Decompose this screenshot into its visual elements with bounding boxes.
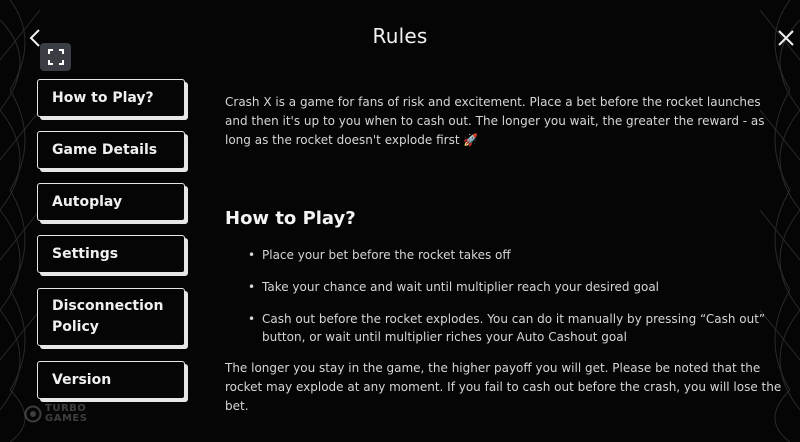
sidebar-item-settings[interactable]: Settings (37, 235, 185, 273)
fullscreen-button[interactable] (40, 43, 71, 71)
brand-logo-icon (24, 405, 42, 423)
list-item: Cash out before the rocket explodes. You… (248, 310, 778, 346)
sidebar-item-label: Settings (52, 245, 119, 262)
sidebar-item-disconnection-policy[interactable]: Disconnection Policy (37, 288, 185, 346)
sidebar-item-autoplay[interactable]: Autoplay (37, 183, 185, 221)
list-item: Take your chance and wait until multipli… (248, 278, 778, 296)
rules-content: Crash X is a game for fans of risk and e… (225, 93, 785, 150)
sidebar-item-version[interactable]: Version (37, 361, 185, 399)
sidebar-item-label: Game Details (52, 141, 158, 158)
brand-logo-text: TURBO GAMES (45, 404, 87, 424)
page-title: Rules (372, 24, 428, 48)
sidebar-item-label: Version (52, 371, 112, 388)
sidebar-item-label: Autoplay (52, 193, 123, 210)
brand-line-2: GAMES (45, 413, 88, 424)
outro-paragraph: The longer you stay in the game, the hig… (225, 361, 782, 413)
intro-paragraph: Crash X is a game for fans of risk and e… (225, 95, 765, 147)
steps-list: Place your bet before the rocket takes o… (248, 246, 778, 346)
brand-logo: TURBO GAMES (24, 404, 87, 424)
list-item: Place your bet before the rocket takes o… (248, 246, 778, 264)
sidebar-item-label: How to Play? (52, 89, 154, 106)
sidebar-item-how-to-play[interactable]: How to Play? (37, 79, 185, 117)
close-button[interactable] (776, 28, 796, 48)
sidebar-item-label: Disconnection Policy (52, 298, 164, 335)
section-title: How to Play? (225, 208, 356, 229)
close-icon (778, 30, 794, 46)
left-decoration (0, 0, 40, 442)
rules-modal: Rules How to Play? Game Details Autoplay… (0, 0, 800, 442)
fullscreen-icon (47, 49, 64, 65)
sidebar-item-game-details[interactable]: Game Details (37, 131, 185, 169)
